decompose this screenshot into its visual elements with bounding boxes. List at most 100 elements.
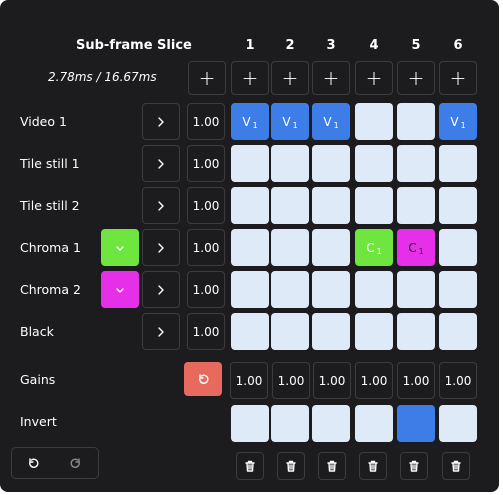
column-number: 2 [285,38,295,53]
row-expand-button[interactable] [142,145,180,182]
time-ratio: 2.78ms / 16.67ms [48,70,157,84]
slice-cell[interactable] [355,271,393,308]
slice-cell[interactable] [355,145,393,182]
chevron-right-icon [158,284,164,295]
add-column-button[interactable]: + [312,61,350,95]
row-expand-button[interactable] [142,271,180,308]
slice-cell[interactable] [312,187,350,224]
delete-column-button[interactable] [236,452,264,480]
invert-toggle[interactable] [312,405,350,442]
delete-column-button[interactable] [277,452,305,480]
plus-icon: + [365,66,383,90]
column-gain-field[interactable]: 1.00 [272,362,310,399]
add-column-button[interactable]: + [231,61,269,95]
column-gain-field[interactable]: 1.00 [313,362,351,399]
invert-toggle[interactable] [271,405,309,442]
slice-cell[interactable] [271,229,309,266]
slice-cell[interactable] [439,145,477,182]
slice-cell[interactable]: V1 [271,103,309,140]
row-gain-field[interactable]: 1.00 [187,271,225,308]
column-number: 1 [245,38,255,53]
delete-column-button[interactable] [400,452,428,480]
invert-toggle[interactable] [439,405,477,442]
invert-toggle[interactable] [355,405,393,442]
chevron-right-icon [158,242,164,253]
column-gain-field[interactable]: 1.00 [355,362,393,399]
add-column-button[interactable]: + [355,61,393,95]
slice-cell[interactable] [231,187,269,224]
invert-label: Invert [20,414,57,429]
column-gain-field[interactable]: 1.00 [230,362,268,399]
cell-letter: V [282,114,291,129]
slice-cell[interactable] [271,271,309,308]
column-number: 4 [369,38,379,53]
slice-cell[interactable]: V1 [231,103,269,140]
redo-icon [70,458,80,468]
row-expand-button[interactable] [142,187,180,224]
slice-panel: Sub-frame Slice 2.78ms / 16.67ms 1 2 3 4 5 6 + + +… [0,0,499,492]
row-gain-field[interactable]: 1.00 [187,103,225,140]
row-expand-button[interactable] [142,103,180,140]
reset-icon [199,374,209,384]
slice-cell[interactable] [231,271,269,308]
slice-cell[interactable] [231,229,269,266]
slice-cell[interactable] [439,313,477,350]
cell-letter: V [323,114,332,129]
redo-button[interactable] [56,449,96,477]
slice-cell[interactable]: V1 [312,103,350,140]
row-expand-button[interactable] [142,313,180,350]
slice-cell[interactable] [271,145,309,182]
delete-column-button[interactable] [318,452,346,480]
trash-icon [286,460,296,472]
slice-cell[interactable] [312,313,350,350]
row-label: Black [20,324,54,339]
slice-cell[interactable]: C1 [397,229,435,266]
undo-button[interactable] [13,449,53,477]
slice-cell[interactable] [312,229,350,266]
slice-cell[interactable] [355,187,393,224]
slice-cell[interactable] [312,145,350,182]
slice-cell[interactable] [439,229,477,266]
slice-cell[interactable] [355,103,393,140]
slice-cell[interactable]: V1 [439,103,477,140]
row-gain-field[interactable]: 1.00 [187,313,225,350]
slice-cell[interactable] [231,313,269,350]
chevron-right-icon [158,158,164,169]
add-column-button[interactable]: + [271,61,309,95]
invert-toggle[interactable] [231,405,269,442]
column-gain-field[interactable]: 1.00 [397,362,435,399]
add-column-button[interactable]: + [439,61,477,95]
delete-column-button[interactable] [442,452,470,480]
slice-cell[interactable] [397,187,435,224]
row-gain-field[interactable]: 1.00 [187,145,225,182]
column-gain-field[interactable]: 1.00 [439,362,477,399]
slice-cell[interactable] [355,313,393,350]
delete-column-button[interactable] [359,452,387,480]
slice-cell[interactable]: C1 [355,229,393,266]
slice-cell[interactable] [439,271,477,308]
slice-cell[interactable] [397,103,435,140]
column-number: 5 [411,38,421,53]
chroma-color-swatch[interactable] [101,271,139,308]
slice-cell[interactable] [397,271,435,308]
cell-letter: V [450,114,459,129]
slice-cell[interactable] [271,313,309,350]
slice-cell[interactable] [439,187,477,224]
add-column-button[interactable]: + [397,61,435,95]
row-expand-button[interactable] [142,229,180,266]
column-number: 6 [453,38,463,53]
chroma-color-swatch[interactable] [101,229,139,266]
slice-cell[interactable] [312,271,350,308]
row-label: Chroma 2 [20,282,81,297]
slice-cell[interactable] [397,313,435,350]
row-gain-field[interactable]: 1.00 [187,229,225,266]
plus-icon: + [449,66,467,90]
add-row-button[interactable]: + [188,61,226,95]
row-gain-field[interactable]: 1.00 [187,187,225,224]
reset-gains-button[interactable] [184,362,222,396]
cell-subscript: 1 [376,247,382,256]
slice-cell[interactable] [397,145,435,182]
invert-toggle[interactable] [397,405,435,442]
slice-cell[interactable] [231,145,269,182]
slice-cell[interactable] [271,187,309,224]
